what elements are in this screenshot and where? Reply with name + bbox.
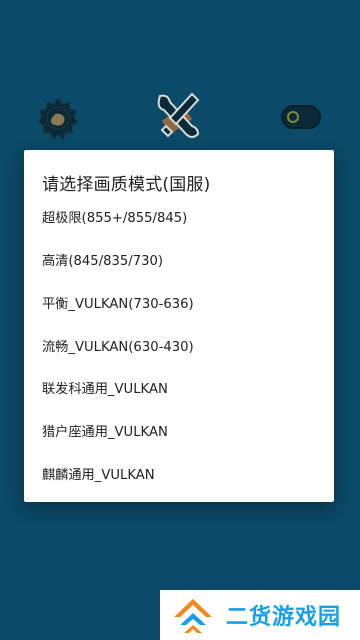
watermark-text: 二货游戏园 <box>226 605 342 630</box>
option-balanced-vulkan[interactable]: 平衡_VULKAN(730-636) <box>42 294 194 316</box>
option-exynos-vulkan[interactable]: 猎户座通用_VULKAN <box>42 422 168 444</box>
option-kirin-vulkan[interactable]: 麒麟通用_VULKAN <box>42 465 155 487</box>
tools-icon[interactable] <box>154 90 204 142</box>
option-hd[interactable]: 高清(845/835/730) <box>42 251 163 273</box>
option-mediatek-vulkan[interactable]: 联发科通用_VULKAN <box>42 379 168 401</box>
gear-icon[interactable] <box>36 96 80 140</box>
toggle-icon[interactable] <box>280 104 322 130</box>
option-ultra[interactable]: 超极限(855+/855/845) <box>42 208 187 230</box>
site-logo-icon <box>174 599 212 633</box>
watermark: 二货游戏园 <box>160 590 360 640</box>
quality-mode-dialog: 请选择画质模式(国服) 超极限(855+/855/845) 高清(845/835… <box>24 150 334 502</box>
option-smooth-vulkan[interactable]: 流畅_VULKAN(630-430) <box>42 337 194 359</box>
dialog-title: 请选择画质模式(国服) <box>42 175 211 195</box>
